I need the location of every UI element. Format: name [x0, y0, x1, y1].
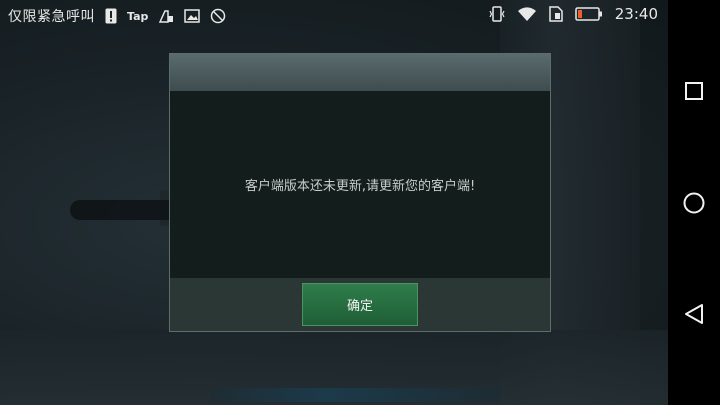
vibrate-icon	[489, 5, 505, 23]
clock: 23:40	[614, 5, 658, 23]
home-circle-icon[interactable]	[681, 190, 707, 216]
navigation-bar	[668, 0, 720, 405]
no-sign-icon	[210, 7, 226, 25]
dialog-message: 客户端版本还未更新,请更新您的客户端!	[244, 179, 476, 194]
update-dialog: 客户端版本还未更新,请更新您的客户端! 确定	[169, 53, 551, 332]
recents-square-icon[interactable]	[681, 78, 707, 104]
dialog-body: 客户端版本还未更新,请更新您的客户端!	[170, 91, 550, 278]
background-ticker	[210, 388, 500, 402]
back-triangle-icon[interactable]	[681, 301, 707, 327]
dialog-title-bar	[170, 54, 550, 91]
warning-icon	[105, 7, 117, 25]
tap-icon: Tap	[127, 9, 149, 23]
battery-low-icon	[575, 5, 603, 23]
image-icon	[184, 7, 201, 25]
wifi-icon	[517, 5, 537, 23]
sim-icon	[549, 5, 563, 23]
dialog-footer: 确定	[170, 278, 550, 331]
carrier-text: 仅限紧急呼叫	[8, 9, 95, 25]
confirm-button[interactable]: 确定	[302, 283, 418, 326]
status-bar: 仅限紧急呼叫 Tap 23:40	[0, 0, 668, 30]
usb-battery-icon	[158, 7, 174, 25]
